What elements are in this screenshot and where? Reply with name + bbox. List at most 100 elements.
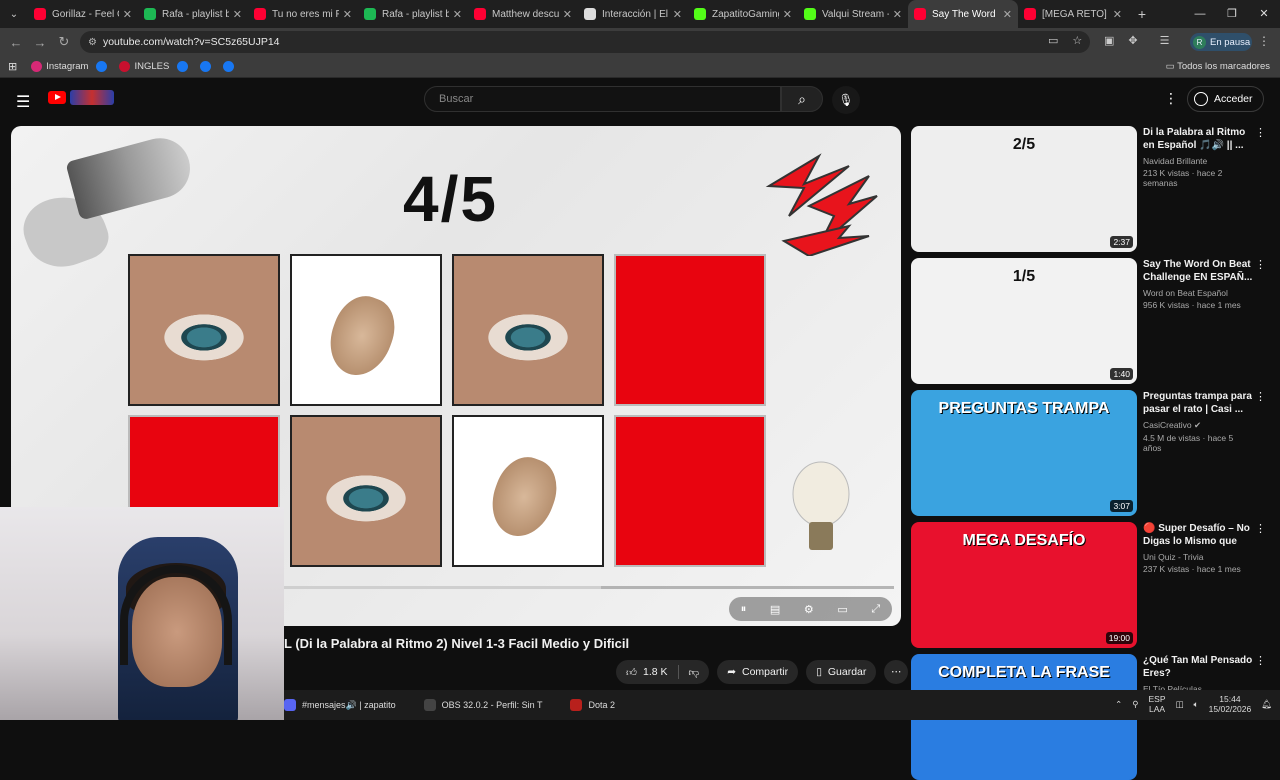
minimize-icon[interactable]: —	[1184, 0, 1216, 28]
tray-app-icon[interactable]: ⚲	[1132, 699, 1138, 710]
fullscreen-icon[interactable]: ⤢	[871, 603, 880, 616]
recommendation-thumbnail[interactable]: MEGA DESAFÍO 19:00	[911, 522, 1137, 648]
tray-chevron-icon[interactable]: ⌃	[1115, 699, 1122, 710]
bookmark-item[interactable]: INGLES	[119, 61, 169, 72]
browser-menu-icon[interactable]: ⋮	[1258, 34, 1270, 48]
bookmark-item[interactable]	[96, 61, 111, 72]
tab-favicon-icon	[914, 8, 926, 20]
miniplayer-icon[interactable]: ▭	[837, 603, 847, 616]
recommendation-thumbnail[interactable]: 2/5 2:37	[911, 126, 1137, 252]
bookmark-item[interactable]: Instagram	[31, 61, 88, 72]
recommendation-menu-icon[interactable]: ⋮	[1255, 126, 1266, 139]
all-bookmarks-button[interactable]: ▭ Todos los marcadores	[1166, 61, 1270, 72]
reading-list-icon[interactable]: ☰	[1160, 34, 1170, 47]
volume-icon[interactable]: 🔈︎	[1194, 699, 1199, 710]
browser-tab[interactable]: Rafa - playlist by ✕	[138, 0, 248, 28]
share-button[interactable]: ➦ Compartir	[717, 660, 799, 684]
apps-icon[interactable]: ⊞	[8, 60, 17, 73]
browser-tab[interactable]: Rafa - playlist by ✕	[358, 0, 468, 28]
new-tab-button[interactable]: +	[1128, 6, 1156, 22]
puzzle-icon[interactable]: ✥	[1128, 34, 1137, 47]
close-window-icon[interactable]: ✕	[1248, 0, 1280, 28]
browser-tab[interactable]: Valqui Stream - W ✕	[798, 0, 908, 28]
recommendation-title[interactable]: Di la Palabra al Ritmo en Español 🎵🔊 || …	[1143, 126, 1253, 152]
recommendation-thumbnail[interactable]: PREGUNTAS TRAMPA 3:07	[911, 390, 1137, 516]
cast-icon[interactable]: ▭	[1048, 34, 1058, 47]
recommendation-title[interactable]: 🔴 Super Desafío – No Digas lo Mismo que …	[1143, 522, 1253, 548]
back-icon[interactable]: ←	[4, 35, 28, 50]
tab-close-icon[interactable]: ✕	[893, 8, 902, 21]
restore-icon[interactable]: ❐	[1216, 0, 1248, 28]
taskbar-item[interactable]: Dota 2	[570, 699, 615, 711]
network-icon[interactable]: ◫	[1176, 699, 1184, 710]
bookmark-favicon-icon	[119, 61, 131, 72]
channel-name[interactable]: Word on Beat Español	[1143, 288, 1253, 298]
recommendation-title[interactable]: Preguntas trampa para pasar el rato | Ca…	[1143, 390, 1253, 416]
tab-close-icon[interactable]: ✕	[1113, 8, 1122, 21]
browser-tab[interactable]: Matthew descubre ✕	[468, 0, 578, 28]
tab-close-icon[interactable]: ✕	[233, 8, 242, 21]
search-input[interactable]: Buscar	[424, 86, 781, 112]
tab-search-icon[interactable]: ⌄	[0, 0, 28, 28]
browser-tab[interactable]: Gorillaz - Feel Good ✕	[28, 0, 138, 28]
taskbar-item[interactable]: OBS 32.0.2 - Perfil: Sin T	[423, 699, 542, 711]
tab-close-icon[interactable]: ✕	[343, 8, 352, 21]
subtitles-icon[interactable]: ▤	[770, 603, 780, 616]
url-bar[interactable]: ⚙ youtube.com/watch?v=SC5z65UJP14	[80, 31, 1090, 53]
forward-icon[interactable]: →	[28, 35, 52, 50]
site-info-icon[interactable]: ⚙	[88, 37, 97, 48]
browser-tab[interactable]: Tu no eres mi Papá ✕	[248, 0, 358, 28]
tab-close-icon[interactable]: ✕	[563, 8, 572, 21]
reload-icon[interactable]: ↻	[52, 34, 76, 50]
bookmark-item[interactable]	[177, 61, 192, 72]
language-indicator[interactable]: ESP LAA	[1149, 694, 1166, 714]
recommendation-menu-icon[interactable]: ⋮	[1255, 390, 1266, 403]
tab-title: ZapatitoGaming S	[712, 8, 779, 20]
bookmark-star-icon[interactable]: ☆	[1072, 34, 1082, 47]
taskbar-item[interactable]: #mensajes🔊 | zapatito	[284, 699, 396, 711]
search-icon[interactable]: ⌕	[781, 86, 823, 112]
tab-close-icon[interactable]: ✕	[453, 8, 462, 21]
dislike-button[interactable]: 👎︎	[679, 660, 710, 684]
browser-tab[interactable]: Interacción | El mi ✕	[578, 0, 688, 28]
recommendation-menu-icon[interactable]: ⋮	[1255, 522, 1266, 535]
channel-name[interactable]: Navidad Brillante	[1143, 156, 1253, 166]
youtube-doodle[interactable]	[70, 90, 114, 105]
bookmark-item[interactable]	[223, 61, 238, 72]
recommendation-title[interactable]: ¿Qué Tan Mal Pensado Eres?	[1143, 654, 1253, 680]
bookmark-item[interactable]	[200, 61, 215, 72]
channel-name[interactable]: Uni Quiz - Trivia	[1143, 552, 1253, 562]
settings-kebab-icon[interactable]: ⋮	[1164, 90, 1178, 107]
tab-close-icon[interactable]: ✕	[123, 8, 132, 21]
video-stats: 213 K vistas · hace 2 semanas	[1143, 168, 1223, 188]
recommendation-title[interactable]: Say The Word On Beat Challenge EN ESPAÑ.…	[1143, 258, 1253, 284]
recommendation-thumbnail[interactable]: 1/5 1:40	[911, 258, 1137, 384]
url-text: youtube.com/watch?v=SC5z65UJP14	[102, 36, 280, 48]
recommendation-menu-icon[interactable]: ⋮	[1255, 654, 1266, 667]
like-button[interactable]: 👍︎ 1.8 K	[616, 660, 678, 684]
notifications-icon[interactable]: 🔔︎	[1261, 699, 1272, 710]
youtube-logo[interactable]	[48, 91, 66, 104]
clock[interactable]: 15:44 15/02/2026	[1209, 694, 1252, 714]
browser-tab[interactable]: ZapatitoGaming S ✕	[688, 0, 798, 28]
tab-close-icon[interactable]: ✕	[783, 8, 792, 21]
signin-button[interactable]: Acceder	[1187, 86, 1264, 112]
memory-card-louse	[452, 415, 604, 567]
settings-icon[interactable]: ⚙	[804, 603, 814, 616]
browser-tab[interactable]: Say The Word ✕	[908, 0, 1018, 28]
profile-button[interactable]: R En pausa	[1190, 33, 1252, 51]
tab-close-icon[interactable]: ✕	[673, 8, 682, 21]
pause-icon[interactable]: ⏸	[741, 603, 747, 616]
taskbar-app-icon	[284, 699, 296, 711]
menu-icon[interactable]: ☰	[16, 92, 30, 112]
extension-icon[interactable]: ▣	[1104, 34, 1114, 47]
recommendation-menu-icon[interactable]: ⋮	[1255, 258, 1266, 271]
tab-close-icon[interactable]: ✕	[1003, 8, 1012, 21]
channel-name[interactable]: CasiCreativo ✔	[1143, 420, 1253, 431]
more-actions-button[interactable]: ⋯	[884, 660, 909, 684]
video-progress-bar[interactable]	[284, 586, 894, 589]
microphone-icon[interactable]: 🎙	[832, 86, 860, 114]
browser-tab[interactable]: [MEGA RETO] Di L ✕	[1018, 0, 1128, 28]
save-button[interactable]: ▯ Guardar	[806, 660, 877, 684]
all-bookmarks-label: Todos los marcadores	[1177, 61, 1270, 72]
